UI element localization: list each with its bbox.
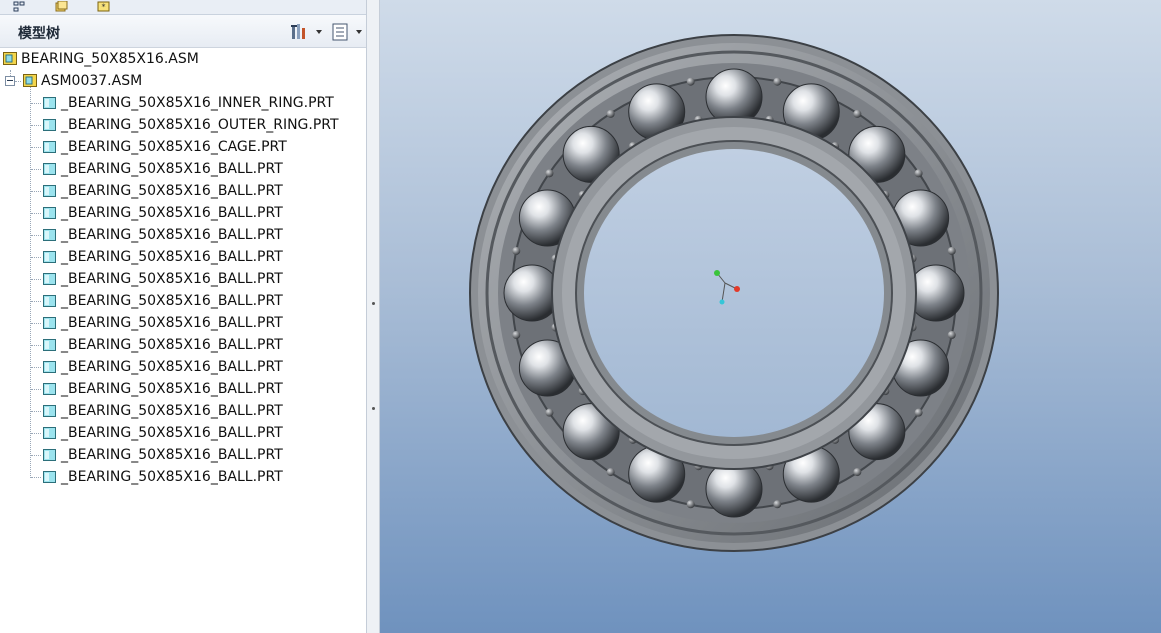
model-tree: BEARING_50X85X16.ASM ASM0037.ASM _BEARIN…	[0, 48, 366, 633]
tree-item-label: _BEARING_50X85X16_BALL.PRT	[61, 337, 283, 353]
tree-settings-button[interactable]	[290, 23, 324, 41]
cage-rivet	[686, 77, 695, 86]
tree-item-part[interactable]: _BEARING_50X85X16_BALL.PRT	[0, 158, 366, 180]
assembly-icon	[23, 74, 37, 87]
tree-show-button[interactable]	[330, 23, 364, 41]
part-icon	[43, 207, 56, 219]
tab-favorites[interactable]: *	[84, 0, 124, 14]
part-icon	[43, 97, 56, 109]
part-icon	[43, 251, 56, 263]
tree-item-part[interactable]: _BEARING_50X85X16_BALL.PRT	[0, 444, 366, 466]
tree-settings-icon	[291, 24, 305, 39]
tree-item-part[interactable]: _BEARING_50X85X16_BALL.PRT	[0, 290, 366, 312]
tab-folder-browser[interactable]	[42, 0, 82, 14]
tree-item-label: _BEARING_50X85X16_BALL.PRT	[61, 249, 283, 265]
tree-item-label: _BEARING_50X85X16_BALL.PRT	[61, 315, 283, 331]
cage-rivet	[914, 408, 923, 417]
tree-item-label: _BEARING_50X85X16_BALL.PRT	[61, 271, 283, 287]
cage-rivet	[545, 408, 554, 417]
tree-item-part[interactable]: _BEARING_50X85X16_CAGE.PRT	[0, 136, 366, 158]
cage-rivet	[853, 109, 862, 118]
tree-item-label: _BEARING_50X85X16_BALL.PRT	[61, 205, 283, 221]
cage-rivet	[773, 77, 782, 86]
tree-item-label: _BEARING_50X85X16_BALL.PRT	[61, 359, 283, 375]
part-icon	[43, 185, 56, 197]
cage-rivet	[606, 468, 615, 477]
panel-splitter[interactable]	[366, 0, 380, 633]
cage-rivet	[947, 246, 956, 255]
tree-item-label: _BEARING_50X85X16_BALL.PRT	[61, 381, 283, 397]
tree-item-part[interactable]: _BEARING_50X85X16_BALL.PRT	[0, 400, 366, 422]
ball-bearing-3d-model[interactable]	[380, 0, 1161, 633]
part-icon	[43, 427, 56, 439]
tree-item-part[interactable]: _BEARING_50X85X16_BALL.PRT	[0, 246, 366, 268]
tree-item-label: _BEARING_50X85X16_BALL.PRT	[61, 425, 283, 441]
cage-rivet	[606, 109, 615, 118]
tree-item-part[interactable]: _BEARING_50X85X16_BALL.PRT	[0, 356, 366, 378]
favorites-icon: *	[97, 1, 110, 12]
tree-item-label: _BEARING_50X85X16_BALL.PRT	[61, 183, 283, 199]
part-icon	[43, 471, 56, 483]
tree-item-label: _BEARING_50X85X16_OUTER_RING.PRT	[61, 117, 339, 133]
cage-rivet	[853, 468, 862, 477]
tree-item-label: _BEARING_50X85X16_CAGE.PRT	[61, 139, 287, 155]
tree-header: 模型树	[0, 15, 366, 48]
collapse-toggle[interactable]	[5, 76, 15, 86]
folder-browser-icon	[55, 1, 68, 12]
part-icon	[43, 295, 56, 307]
part-icon	[43, 273, 56, 285]
show-columns-icon	[332, 23, 348, 41]
tree-item-part[interactable]: _BEARING_50X85X16_OUTER_RING.PRT	[0, 114, 366, 136]
tree-item-label: _BEARING_50X85X16_BALL.PRT	[61, 227, 283, 243]
part-icon	[43, 339, 56, 351]
cage-rivet	[773, 500, 782, 509]
cage-rivet	[512, 331, 521, 340]
tree-item-label: _BEARING_50X85X16_BALL.PRT	[61, 161, 283, 177]
tree-item-part[interactable]: _BEARING_50X85X16_BALL.PRT	[0, 202, 366, 224]
part-icon	[43, 229, 56, 241]
panel-title: 模型树	[18, 26, 60, 42]
part-icon	[43, 141, 56, 153]
tree-item-sub-assembly[interactable]: ASM0037.ASM	[0, 70, 366, 92]
cage-rivet	[947, 331, 956, 340]
tree-item-label: _BEARING_50X85X16_BALL.PRT	[61, 447, 283, 463]
part-icon	[43, 317, 56, 329]
tree-item-label: _BEARING_50X85X16_INNER_RING.PRT	[61, 95, 334, 111]
tree-item-root-assembly[interactable]: BEARING_50X85X16.ASM	[0, 48, 366, 70]
part-icon	[43, 119, 56, 131]
model-tree-icon	[13, 1, 25, 12]
splitter-grip[interactable]	[372, 302, 375, 305]
tree-item-part[interactable]: _BEARING_50X85X16_BALL.PRT	[0, 466, 366, 488]
tree-item-part[interactable]: _BEARING_50X85X16_BALL.PRT	[0, 268, 366, 290]
graphics-viewport[interactable]	[380, 0, 1161, 633]
svg-text:*: *	[102, 3, 106, 12]
tree-item-part[interactable]: _BEARING_50X85X16_BALL.PRT	[0, 334, 366, 356]
part-icon	[43, 163, 56, 175]
tree-item-part[interactable]: _BEARING_50X85X16_BALL.PRT	[0, 378, 366, 400]
cage-rivet	[545, 169, 554, 178]
part-icon	[43, 361, 56, 373]
tab-model-tree[interactable]	[0, 0, 40, 14]
splitter-grip[interactable]	[372, 407, 375, 410]
model-tree-panel: * 模型树 BEARING_50X85X16.ASM ASM0037.ASM _…	[0, 0, 366, 633]
tree-item-label: ASM0037.ASM	[41, 73, 143, 89]
part-icon	[43, 449, 56, 461]
tree-item-part[interactable]: _BEARING_50X85X16_INNER_RING.PRT	[0, 92, 366, 114]
part-icon	[43, 405, 56, 417]
tree-item-label: _BEARING_50X85X16_BALL.PRT	[61, 293, 283, 309]
tree-item-part[interactable]: _BEARING_50X85X16_BALL.PRT	[0, 312, 366, 334]
tree-item-part[interactable]: _BEARING_50X85X16_BALL.PRT	[0, 180, 366, 202]
part-icon	[43, 383, 56, 395]
tree-item-part[interactable]: _BEARING_50X85X16_BALL.PRT	[0, 224, 366, 246]
tree-item-label: _BEARING_50X85X16_BALL.PRT	[61, 403, 283, 419]
tree-item-label: BEARING_50X85X16.ASM	[21, 51, 199, 67]
cage-rivet	[686, 500, 695, 509]
cage-rivet	[512, 246, 521, 255]
navigator-tab-bar: *	[0, 0, 366, 15]
cage-rivet	[914, 169, 923, 178]
assembly-icon	[3, 52, 17, 65]
tree-item-part[interactable]: _BEARING_50X85X16_BALL.PRT	[0, 422, 366, 444]
tree-item-label: _BEARING_50X85X16_BALL.PRT	[61, 469, 283, 485]
